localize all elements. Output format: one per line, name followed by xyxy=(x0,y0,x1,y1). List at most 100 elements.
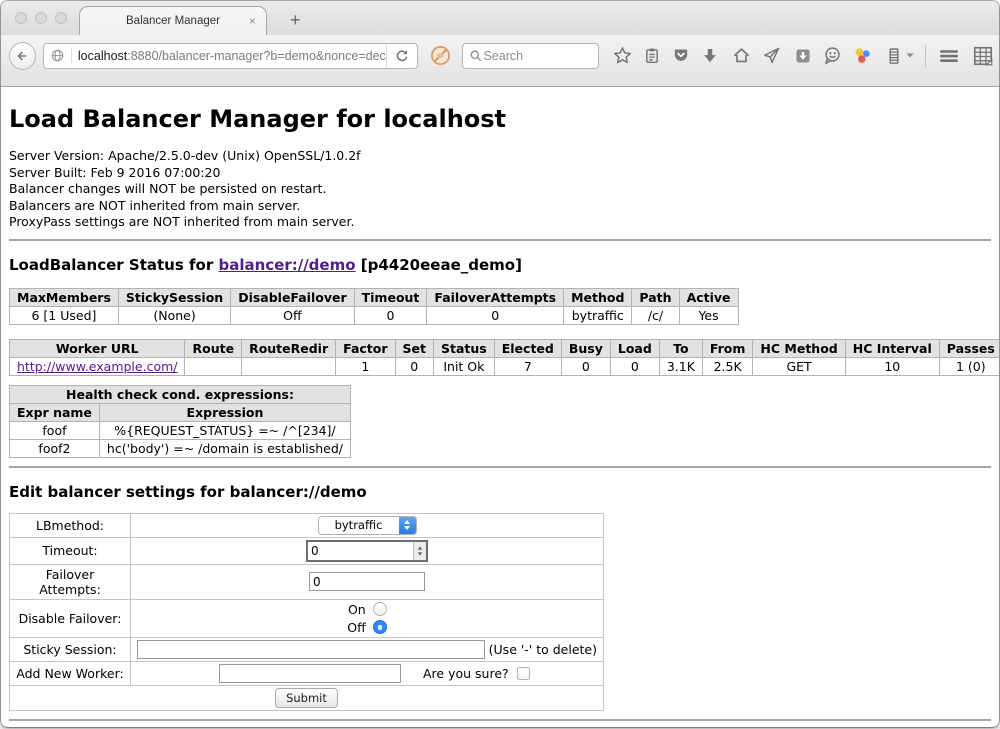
timeout-input-wrapper xyxy=(306,540,428,562)
reload-button[interactable] xyxy=(386,44,417,68)
home-button[interactable] xyxy=(732,46,751,65)
pocket-icon xyxy=(672,47,690,65)
search-icon xyxy=(469,49,483,63)
new-tab-button[interactable]: + xyxy=(283,10,308,31)
chat-smiley-icon xyxy=(823,46,842,65)
panel-download-button[interactable] xyxy=(794,47,812,65)
pages-button[interactable] xyxy=(973,46,993,66)
url-text[interactable]: localhost:8880/balancer-manager?b=demo&n… xyxy=(72,49,387,63)
inherit-note-line: Balancers are NOT inherited from main se… xyxy=(9,198,991,215)
block-plugin-icon xyxy=(430,45,451,66)
minimize-window-button[interactable] xyxy=(35,12,47,24)
persist-note-line: Balancer changes will NOT be persisted o… xyxy=(9,181,991,198)
back-icon xyxy=(14,48,30,64)
server-info: Server Version: Apache/2.5.0-dev (Unix) … xyxy=(9,148,991,231)
radio-off-label: Off xyxy=(347,620,365,635)
page-title: Load Balancer Manager for localhost xyxy=(9,105,991,133)
send-icon xyxy=(762,46,781,65)
add-worker-input[interactable] xyxy=(219,664,401,683)
tab-bar: Balancer Manager × + xyxy=(1,1,999,35)
pages-grid-icon xyxy=(973,46,993,66)
disable-failover-off-radio[interactable] xyxy=(373,620,387,634)
downloads-button[interactable] xyxy=(701,47,719,65)
disable-failover-row: Disable Failover: On Off xyxy=(10,599,604,637)
container-icon xyxy=(885,47,903,65)
bookmark-star-icon xyxy=(613,46,632,65)
home-icon xyxy=(732,46,751,65)
radio-on-label: On xyxy=(348,602,366,617)
chat-button[interactable] xyxy=(823,46,842,65)
url-path: :8880/balancer-manager?b=demo&nonce=decc… xyxy=(127,49,386,63)
submit-button[interactable]: Submit xyxy=(275,688,338,708)
balancer-demo-link[interactable]: balancer://demo xyxy=(218,256,355,274)
health-check-table: Health check cond. expressions: Expr nam… xyxy=(9,385,351,458)
lbmethod-row: LBmethod: bytraffic xyxy=(10,513,604,537)
site-identity[interactable] xyxy=(44,48,72,63)
status-heading-prefix: LoadBalancer Status for xyxy=(9,256,218,274)
back-button[interactable] xyxy=(9,42,36,70)
number-stepper-icon[interactable] xyxy=(413,542,426,560)
hello-button[interactable] xyxy=(853,46,872,65)
sticky-session-input[interactable] xyxy=(137,640,485,659)
navigation-toolbar: localhost:8880/balancer-manager?b=demo&n… xyxy=(1,35,999,87)
add-worker-label: Add New Worker: xyxy=(10,661,131,685)
health-row-foof2: foof2 hc('body') =~ /domain is establish… xyxy=(10,439,351,457)
container-button[interactable] xyxy=(885,47,903,65)
disable-failover-label: Disable Failover: xyxy=(10,599,131,637)
sticky-session-note: (Use '-' to delete) xyxy=(489,642,597,657)
failover-attempts-row: Failover Attempts: xyxy=(10,564,604,599)
worker-table: Worker URL Route RouteRedir Factor Set S… xyxy=(9,339,999,376)
submit-row: Submit xyxy=(10,685,604,710)
container-dropdown-caret-icon[interactable] xyxy=(906,53,914,58)
menu-button[interactable] xyxy=(939,48,959,64)
lbmethod-label: LBmethod: xyxy=(10,513,131,537)
browser-window: Balancer Manager × + localhost:8880/bala… xyxy=(1,1,999,727)
are-you-sure-checkbox[interactable] xyxy=(517,667,530,680)
sticky-session-row: Sticky Session: (Use '-' to delete) xyxy=(10,637,604,661)
failover-attempts-label: Failover Attempts: xyxy=(10,564,131,599)
globe-icon xyxy=(50,48,65,63)
zoom-window-button[interactable] xyxy=(55,12,67,24)
tab-title: Balancer Manager xyxy=(126,15,220,27)
url-bar[interactable]: localhost:8880/balancer-manager?b=demo&n… xyxy=(43,43,419,69)
send-button[interactable] xyxy=(762,46,781,65)
balancer-status-table: MaxMembers StickySession DisableFailover… xyxy=(9,288,739,325)
tab-close-icon[interactable]: × xyxy=(249,15,256,27)
window-controls xyxy=(15,12,67,24)
reading-list-icon xyxy=(643,47,661,65)
url-host: localhost xyxy=(78,49,127,63)
reading-list-button[interactable] xyxy=(643,47,661,65)
lbmethod-selected-value: bytraffic xyxy=(319,517,399,534)
timeout-label: Timeout: xyxy=(10,537,131,564)
search-bar[interactable] xyxy=(462,43,599,69)
sticky-session-label: Sticky Session: xyxy=(10,637,131,661)
lbmethod-select[interactable]: bytraffic xyxy=(318,516,417,535)
disable-failover-radios: On Off xyxy=(347,602,386,635)
status-heading: LoadBalancer Status for balancer://demo … xyxy=(9,256,991,274)
blocked-plugin-button[interactable] xyxy=(430,45,451,66)
tab-balancer-manager[interactable]: Balancer Manager × xyxy=(79,6,267,35)
edit-settings-heading: Edit balancer settings for balancer://de… xyxy=(9,483,991,501)
balancer-header-row: MaxMembers StickySession DisableFailover… xyxy=(10,288,739,306)
divider xyxy=(9,239,991,241)
select-stepper-icon xyxy=(399,517,416,534)
proxypass-note-line: ProxyPass settings are NOT inherited fro… xyxy=(9,214,991,231)
worker-url-link[interactable]: http://www.example.com/ xyxy=(17,359,177,374)
hamburger-menu-icon xyxy=(939,48,959,64)
add-worker-row: Add New Worker: Are you sure? xyxy=(10,661,604,685)
disable-failover-on-radio[interactable] xyxy=(373,602,387,616)
timeout-input[interactable] xyxy=(308,544,413,558)
are-you-sure-label: Are you sure? xyxy=(423,666,509,681)
health-row-foof: foof %{REQUEST_STATUS} =~ /^[234]/ xyxy=(10,421,351,439)
close-window-button[interactable] xyxy=(15,12,27,24)
toolbar-separator xyxy=(925,45,926,67)
failover-attempts-input[interactable] xyxy=(309,572,425,591)
search-input[interactable] xyxy=(483,49,583,63)
download-icon xyxy=(701,47,719,65)
bookmark-button[interactable] xyxy=(613,46,632,65)
worker-data-row: http://www.example.com/ 1 0 Init Ok 7 0 … xyxy=(10,357,1000,375)
edit-balancer-form: LBmethod: bytraffic Timeout: xyxy=(9,513,604,711)
hello-dots-icon xyxy=(853,46,872,65)
reload-icon xyxy=(395,49,409,63)
pocket-button[interactable] xyxy=(672,47,690,65)
